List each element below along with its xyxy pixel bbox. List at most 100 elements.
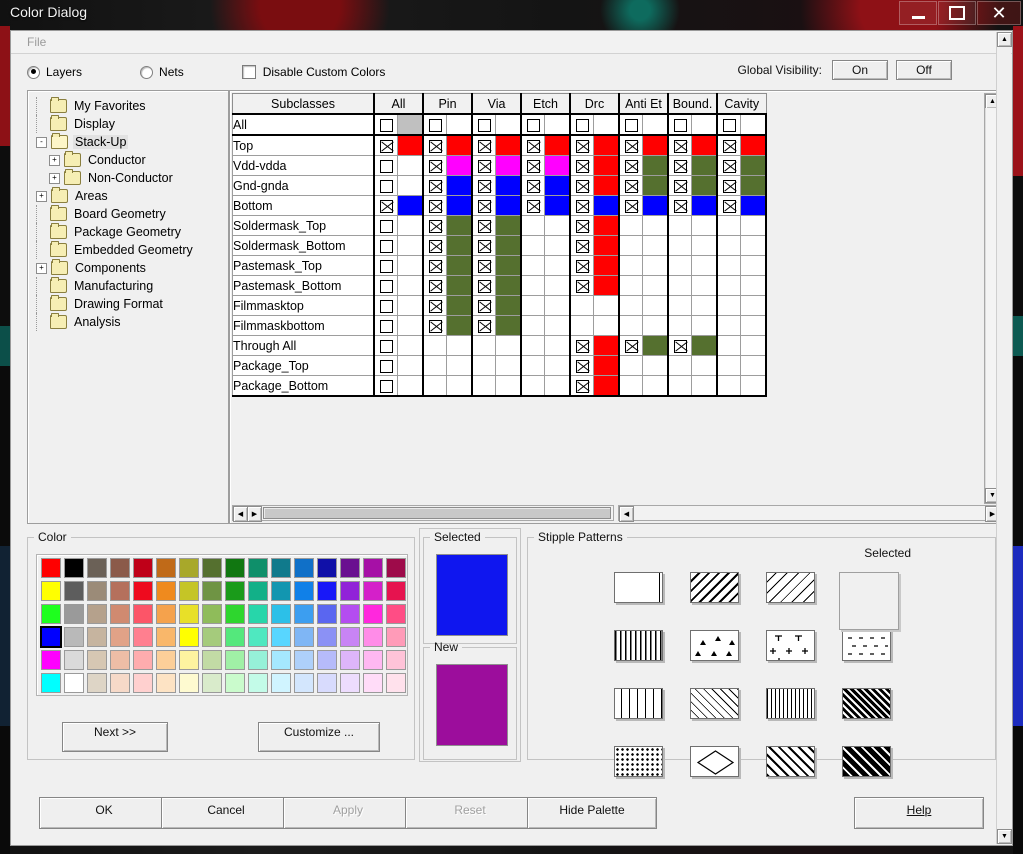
- palette-swatch[interactable]: [87, 558, 107, 578]
- grid-checkbox-cell[interactable]: [570, 156, 594, 176]
- grid-checkbox-cell[interactable]: [619, 296, 643, 316]
- grid-color-swatch-cell[interactable]: [447, 356, 473, 376]
- cancel-button[interactable]: Cancel: [161, 797, 291, 829]
- palette-swatch[interactable]: [156, 581, 176, 601]
- palette-swatch[interactable]: [110, 673, 130, 693]
- palette-swatch[interactable]: [294, 627, 314, 647]
- grid-checkbox-cell[interactable]: [570, 376, 594, 397]
- grid-checkbox-cell[interactable]: [521, 176, 545, 196]
- grid-checkbox-cell[interactable]: [717, 356, 741, 376]
- help-button[interactable]: Help: [854, 797, 984, 829]
- grid-checkbox-cell[interactable]: [423, 256, 447, 276]
- grid-color-swatch-cell[interactable]: [692, 336, 718, 356]
- tree-item-areas[interactable]: +Areas: [36, 187, 228, 205]
- grid-checkbox-cell[interactable]: [423, 236, 447, 256]
- subclass-grid[interactable]: SubclassesAllPinViaEtchDrcAnti EtBound.C…: [232, 93, 767, 397]
- grid-color-swatch-cell[interactable]: [594, 176, 620, 196]
- palette-swatch[interactable]: [110, 558, 130, 578]
- grid-checkbox-cell[interactable]: [717, 135, 741, 156]
- grid-checkbox-cell[interactable]: [374, 114, 398, 135]
- grid-color-swatch-cell[interactable]: [398, 216, 424, 236]
- grid-color-swatch-cell[interactable]: [398, 176, 424, 196]
- palette-swatch[interactable]: [133, 627, 153, 647]
- grid-checkbox-cell[interactable]: [619, 216, 643, 236]
- grid-color-swatch-cell[interactable]: [496, 156, 522, 176]
- grid-color-swatch-cell[interactable]: [447, 336, 473, 356]
- maximize-button[interactable]: [938, 1, 976, 25]
- grid-checkbox-cell[interactable]: [374, 135, 398, 156]
- grid-checkbox-cell[interactable]: [521, 135, 545, 156]
- grid-color-swatch-cell[interactable]: [447, 256, 473, 276]
- grid-checkbox-cell[interactable]: [521, 276, 545, 296]
- grid-color-swatch-cell[interactable]: [545, 376, 571, 397]
- grid-color-swatch-cell[interactable]: [545, 316, 571, 336]
- tree-item-embedded-geometry[interactable]: Embedded Geometry: [36, 241, 228, 259]
- palette-swatch[interactable]: [386, 673, 406, 693]
- palette-swatch[interactable]: [225, 650, 245, 670]
- palette-swatch[interactable]: [225, 604, 245, 624]
- apply-button[interactable]: Apply: [283, 797, 413, 829]
- grid-hscrollbar[interactable]: ◀ ▶: [618, 505, 1001, 521]
- grid-color-swatch-cell[interactable]: [398, 356, 424, 376]
- grid-color-swatch-cell[interactable]: [447, 176, 473, 196]
- grid-checkbox-cell[interactable]: [668, 236, 692, 256]
- grid-color-swatch-cell[interactable]: [545, 135, 571, 156]
- stipple-pattern-plus-marks[interactable]: [766, 630, 815, 661]
- dialog-scroll-up-icon[interactable]: ▲: [997, 32, 1012, 47]
- grid-color-swatch-cell[interactable]: [594, 276, 620, 296]
- grid-checkbox-cell[interactable]: [423, 156, 447, 176]
- palette-swatch[interactable]: [294, 673, 314, 693]
- grid-checkbox-cell[interactable]: [619, 356, 643, 376]
- grid-color-swatch-cell[interactable]: [447, 156, 473, 176]
- grid-checkbox-cell[interactable]: [423, 196, 447, 216]
- grid-checkbox-cell[interactable]: [717, 316, 741, 336]
- grid-checkbox-cell[interactable]: [668, 156, 692, 176]
- palette-swatch[interactable]: [248, 604, 268, 624]
- grid-hscroll-left-icon[interactable]: ◀: [619, 506, 634, 522]
- palette-swatch[interactable]: [248, 673, 268, 693]
- grid-checkbox-cell[interactable]: [374, 216, 398, 236]
- grid-checkbox-cell[interactable]: [570, 176, 594, 196]
- grid-color-swatch-cell[interactable]: [398, 276, 424, 296]
- palette-swatch[interactable]: [317, 604, 337, 624]
- stipple-pattern-ticks[interactable]: [614, 688, 663, 719]
- grid-checkbox-cell[interactable]: [668, 276, 692, 296]
- stipple-pattern-cross-hatch-diamond[interactable]: [690, 688, 739, 719]
- grid-header-via[interactable]: Via: [472, 94, 521, 115]
- grid-color-swatch-cell[interactable]: [741, 196, 767, 216]
- grid-header-subclasses[interactable]: Subclasses: [233, 94, 375, 115]
- grid-checkbox-cell[interactable]: [668, 356, 692, 376]
- stipple-pattern-grid-fine[interactable]: [766, 688, 815, 719]
- grid-color-swatch-cell[interactable]: [594, 376, 620, 397]
- grid-color-swatch-cell[interactable]: [594, 135, 620, 156]
- grid-color-swatch-cell[interactable]: [594, 356, 620, 376]
- grid-color-swatch-cell[interactable]: [496, 376, 522, 397]
- grid-color-swatch-cell[interactable]: [398, 296, 424, 316]
- palette-swatch[interactable]: [271, 581, 291, 601]
- grid-checkbox-cell[interactable]: [374, 376, 398, 397]
- global-visibility-off-button[interactable]: Off: [896, 60, 952, 80]
- stipple-pattern-diag-back-wide[interactable]: [690, 572, 739, 603]
- grid-color-swatch-cell[interactable]: [447, 276, 473, 296]
- grid-color-swatch-cell[interactable]: [545, 256, 571, 276]
- grid-color-swatch-cell[interactable]: [398, 336, 424, 356]
- grid-color-swatch-cell[interactable]: [594, 196, 620, 216]
- palette-swatch[interactable]: [340, 650, 360, 670]
- grid-color-swatch-cell[interactable]: [545, 176, 571, 196]
- grid-color-swatch-cell[interactable]: [447, 236, 473, 256]
- palette-swatch[interactable]: [87, 650, 107, 670]
- stipple-pattern-dashes[interactable]: [842, 630, 891, 661]
- grid-checkbox-cell[interactable]: [668, 316, 692, 336]
- tree-item-analysis[interactable]: Analysis: [36, 313, 228, 331]
- grid-color-swatch-cell[interactable]: [398, 236, 424, 256]
- grid-color-swatch-cell[interactable]: [496, 276, 522, 296]
- grid-checkbox-cell[interactable]: [472, 236, 496, 256]
- grid-row[interactable]: Through All: [233, 336, 767, 356]
- grid-header-anti-et[interactable]: Anti Et: [619, 94, 668, 115]
- grid-checkbox-cell[interactable]: [423, 336, 447, 356]
- grid-checkbox-cell[interactable]: [668, 216, 692, 236]
- stipple-pattern-solid[interactable]: [614, 572, 663, 603]
- grid-checkbox-cell[interactable]: [619, 176, 643, 196]
- stipple-pattern-small-circles[interactable]: [614, 746, 663, 777]
- grid-checkbox-cell[interactable]: [717, 156, 741, 176]
